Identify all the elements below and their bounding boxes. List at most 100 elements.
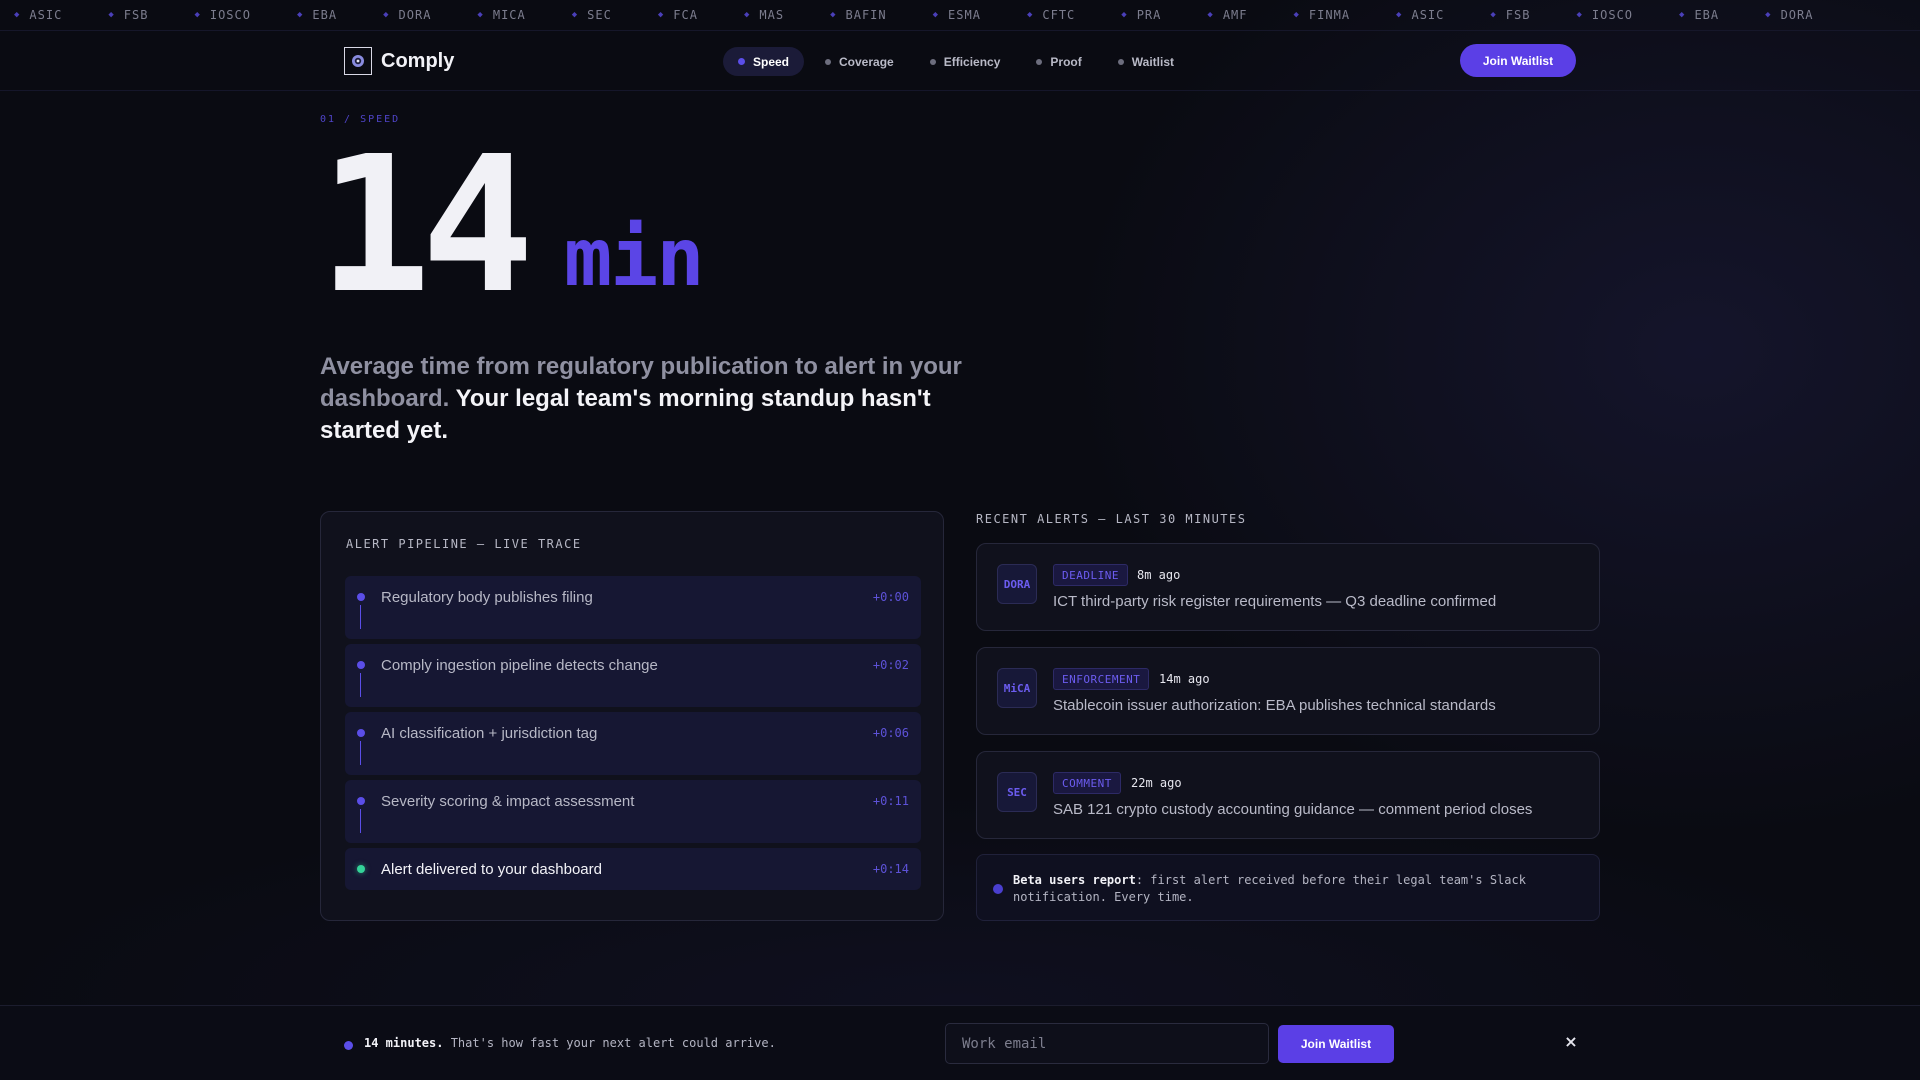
step-dot-icon	[357, 661, 365, 669]
ticker-dot-icon: ◆	[1293, 10, 1300, 20]
pipeline-step: AI classification + jurisdiction tag +0:…	[345, 712, 921, 775]
ticker-item: ◆ ASIC	[1396, 8, 1445, 22]
nav-links: Speed Coverage Efficiency Proof Waitlist	[723, 47, 1195, 76]
ticker-item: ◆ BAFIN	[830, 8, 887, 22]
ticker-item: ◆ IOSCO	[194, 8, 251, 22]
step-success-dot-icon	[357, 865, 365, 873]
ticker-dot-icon: ◆	[657, 10, 665, 20]
ticker-item: ◆ CFTC	[1026, 8, 1076, 22]
regulator-badge: SEC	[997, 772, 1037, 812]
ticker-dot-icon: ◆	[1121, 10, 1128, 20]
nav-dot-icon	[738, 58, 745, 65]
step-connector	[360, 741, 361, 765]
ticker-dot-icon: ◆	[14, 10, 21, 20]
ticker-dot-icon: ◆	[1679, 10, 1686, 20]
ticker-item: ◆ ASIC	[14, 8, 63, 22]
ticker-dot-icon: ◆	[1207, 10, 1214, 20]
join-waitlist-submit-button[interactable]: Join Waitlist	[1278, 1025, 1394, 1063]
ticker-item: ◆ PRA	[1121, 8, 1162, 22]
ticker-item: ◆ DORA	[1765, 8, 1814, 22]
ticker-item: ◆ SEC	[571, 8, 612, 22]
brand-link[interactable]: Comply	[344, 47, 454, 75]
sticky-signup-bar: 14 minutes. That's how fast your next al…	[0, 1005, 1920, 1080]
alert-text: Stablecoin issuer authorization: EBA pub…	[1053, 697, 1496, 714]
step-connector	[360, 673, 361, 697]
ticker-item: ◆ EBA	[1679, 8, 1720, 22]
ticker-dot-icon: ◆	[1396, 10, 1403, 20]
join-waitlist-button[interactable]: Join Waitlist	[1460, 44, 1576, 77]
ticker-dot-icon: ◆	[383, 10, 390, 20]
alert-tag: DEADLINE	[1053, 564, 1128, 586]
beta-report-text: Beta users report: first alert received …	[1013, 873, 1526, 904]
ticker-item: ◆ AMF	[1207, 8, 1248, 22]
alert-card[interactable]: DORA DEADLINE 8m ago ICT third-party ris…	[976, 543, 1600, 631]
alert-time: 8m ago	[1137, 568, 1181, 582]
alert-card[interactable]: SEC COMMENT 22m ago SAB 121 crypto custo…	[976, 751, 1600, 839]
alert-text: ICT third-party risk register requiremen…	[1053, 593, 1497, 610]
hero-unit: min	[564, 211, 704, 304]
hero-lede: Average time from regulatory publication…	[320, 351, 1000, 447]
step-dot-icon	[357, 797, 365, 805]
top-nav: Comply Speed Coverage Efficiency Proof W…	[0, 31, 1920, 91]
step-time: +0:14	[872, 862, 909, 876]
ticker-item: ◆ DORA	[383, 8, 432, 22]
nav-dot-icon	[929, 58, 936, 65]
beta-dot-icon	[993, 884, 1003, 894]
pipeline-step: Comply ingestion pipeline detects change…	[345, 644, 921, 707]
ticker-dot-icon: ◆	[571, 10, 579, 20]
step-dot-icon	[357, 593, 365, 601]
close-icon[interactable]: ×	[1562, 1032, 1580, 1054]
step-label: Comply ingestion pipeline detects change	[381, 657, 658, 674]
ticker-dot-icon: ◆	[743, 10, 751, 20]
nav-link-efficiency[interactable]: Efficiency	[915, 47, 1016, 76]
comply-logo-graphic	[352, 55, 364, 67]
ticker-item: ◆ IOSCO	[1576, 8, 1634, 22]
alert-card[interactable]: MiCA ENFORCEMENT 14m ago Stablecoin issu…	[976, 647, 1600, 735]
beta-report-note: Beta users report: first alert received …	[976, 854, 1600, 921]
brand-name: Comply	[381, 49, 455, 72]
ticker-dot-icon: ◆	[194, 10, 201, 20]
recent-alerts-title: RECENT ALERTS — LAST 30 MINUTES	[976, 512, 1247, 526]
step-label: Severity scoring & impact assessment	[381, 793, 635, 810]
signup-dot-icon	[344, 1041, 353, 1050]
step-connector	[360, 605, 361, 629]
ticker-dot-icon: ◆	[932, 10, 940, 20]
ticker-item: ◆ FCA	[657, 8, 698, 22]
alert-tag: COMMENT	[1053, 772, 1121, 794]
ticker-item: ◆ MICA	[477, 8, 526, 22]
nav-link-proof[interactable]: Proof	[1021, 47, 1096, 76]
alert-time: 14m ago	[1159, 672, 1210, 686]
work-email-input[interactable]	[945, 1023, 1269, 1064]
pipeline-step: Severity scoring & impact assessment +0:…	[345, 780, 921, 843]
ticker-item: ◆ EBA	[296, 8, 338, 22]
nav-dot-icon	[825, 58, 832, 65]
signup-message: 14 minutes. That's how fast your next al…	[364, 1036, 776, 1050]
regulator-ticker: ◆ ASIC ◆ FSB ◆ IOSCO ◆ EBA ◆ DORA ◆ MICA ◆ SEC …	[0, 0, 1920, 31]
step-time: +0:02	[872, 658, 909, 672]
comply-logo-icon	[344, 47, 372, 75]
step-dot-icon	[357, 729, 365, 737]
ticker-dot-icon: ◆	[296, 10, 304, 20]
step-time: +0:06	[872, 726, 909, 740]
nav-link-waitlist[interactable]: Waitlist	[1103, 47, 1189, 76]
ticker-dot-icon: ◆	[1765, 10, 1772, 20]
ticker-dot-icon: ◆	[108, 10, 115, 20]
pipeline-step-delivered: Alert delivered to your dashboard +0:14	[345, 848, 921, 890]
nav-link-speed[interactable]: Speed	[723, 47, 805, 76]
ticker-dot-icon: ◆	[830, 10, 837, 20]
ticker-item: ◆ FINMA	[1293, 8, 1351, 22]
step-label: Alert delivered to your dashboard	[381, 861, 602, 878]
step-time: +0:11	[872, 794, 909, 808]
ticker-item: ◆ FSB	[108, 8, 149, 22]
regulator-badge: DORA	[997, 564, 1037, 604]
step-label: Regulatory body publishes filing	[381, 589, 593, 606]
ticker-item: ◆ FSB	[1490, 8, 1531, 22]
ticker-item: ◆ MAS	[743, 8, 785, 22]
ticker-dot-icon: ◆	[1576, 10, 1583, 20]
ticker-dot-icon: ◆	[1026, 10, 1034, 20]
nav-link-coverage[interactable]: Coverage	[810, 47, 909, 76]
pipeline-title: ALERT PIPELINE — LIVE TRACE	[346, 537, 582, 551]
step-connector	[360, 809, 361, 833]
pipeline-step: Regulatory body publishes filing +0:00	[345, 576, 921, 639]
alert-pipeline-card: ALERT PIPELINE — LIVE TRACE Regulatory b…	[320, 511, 944, 921]
